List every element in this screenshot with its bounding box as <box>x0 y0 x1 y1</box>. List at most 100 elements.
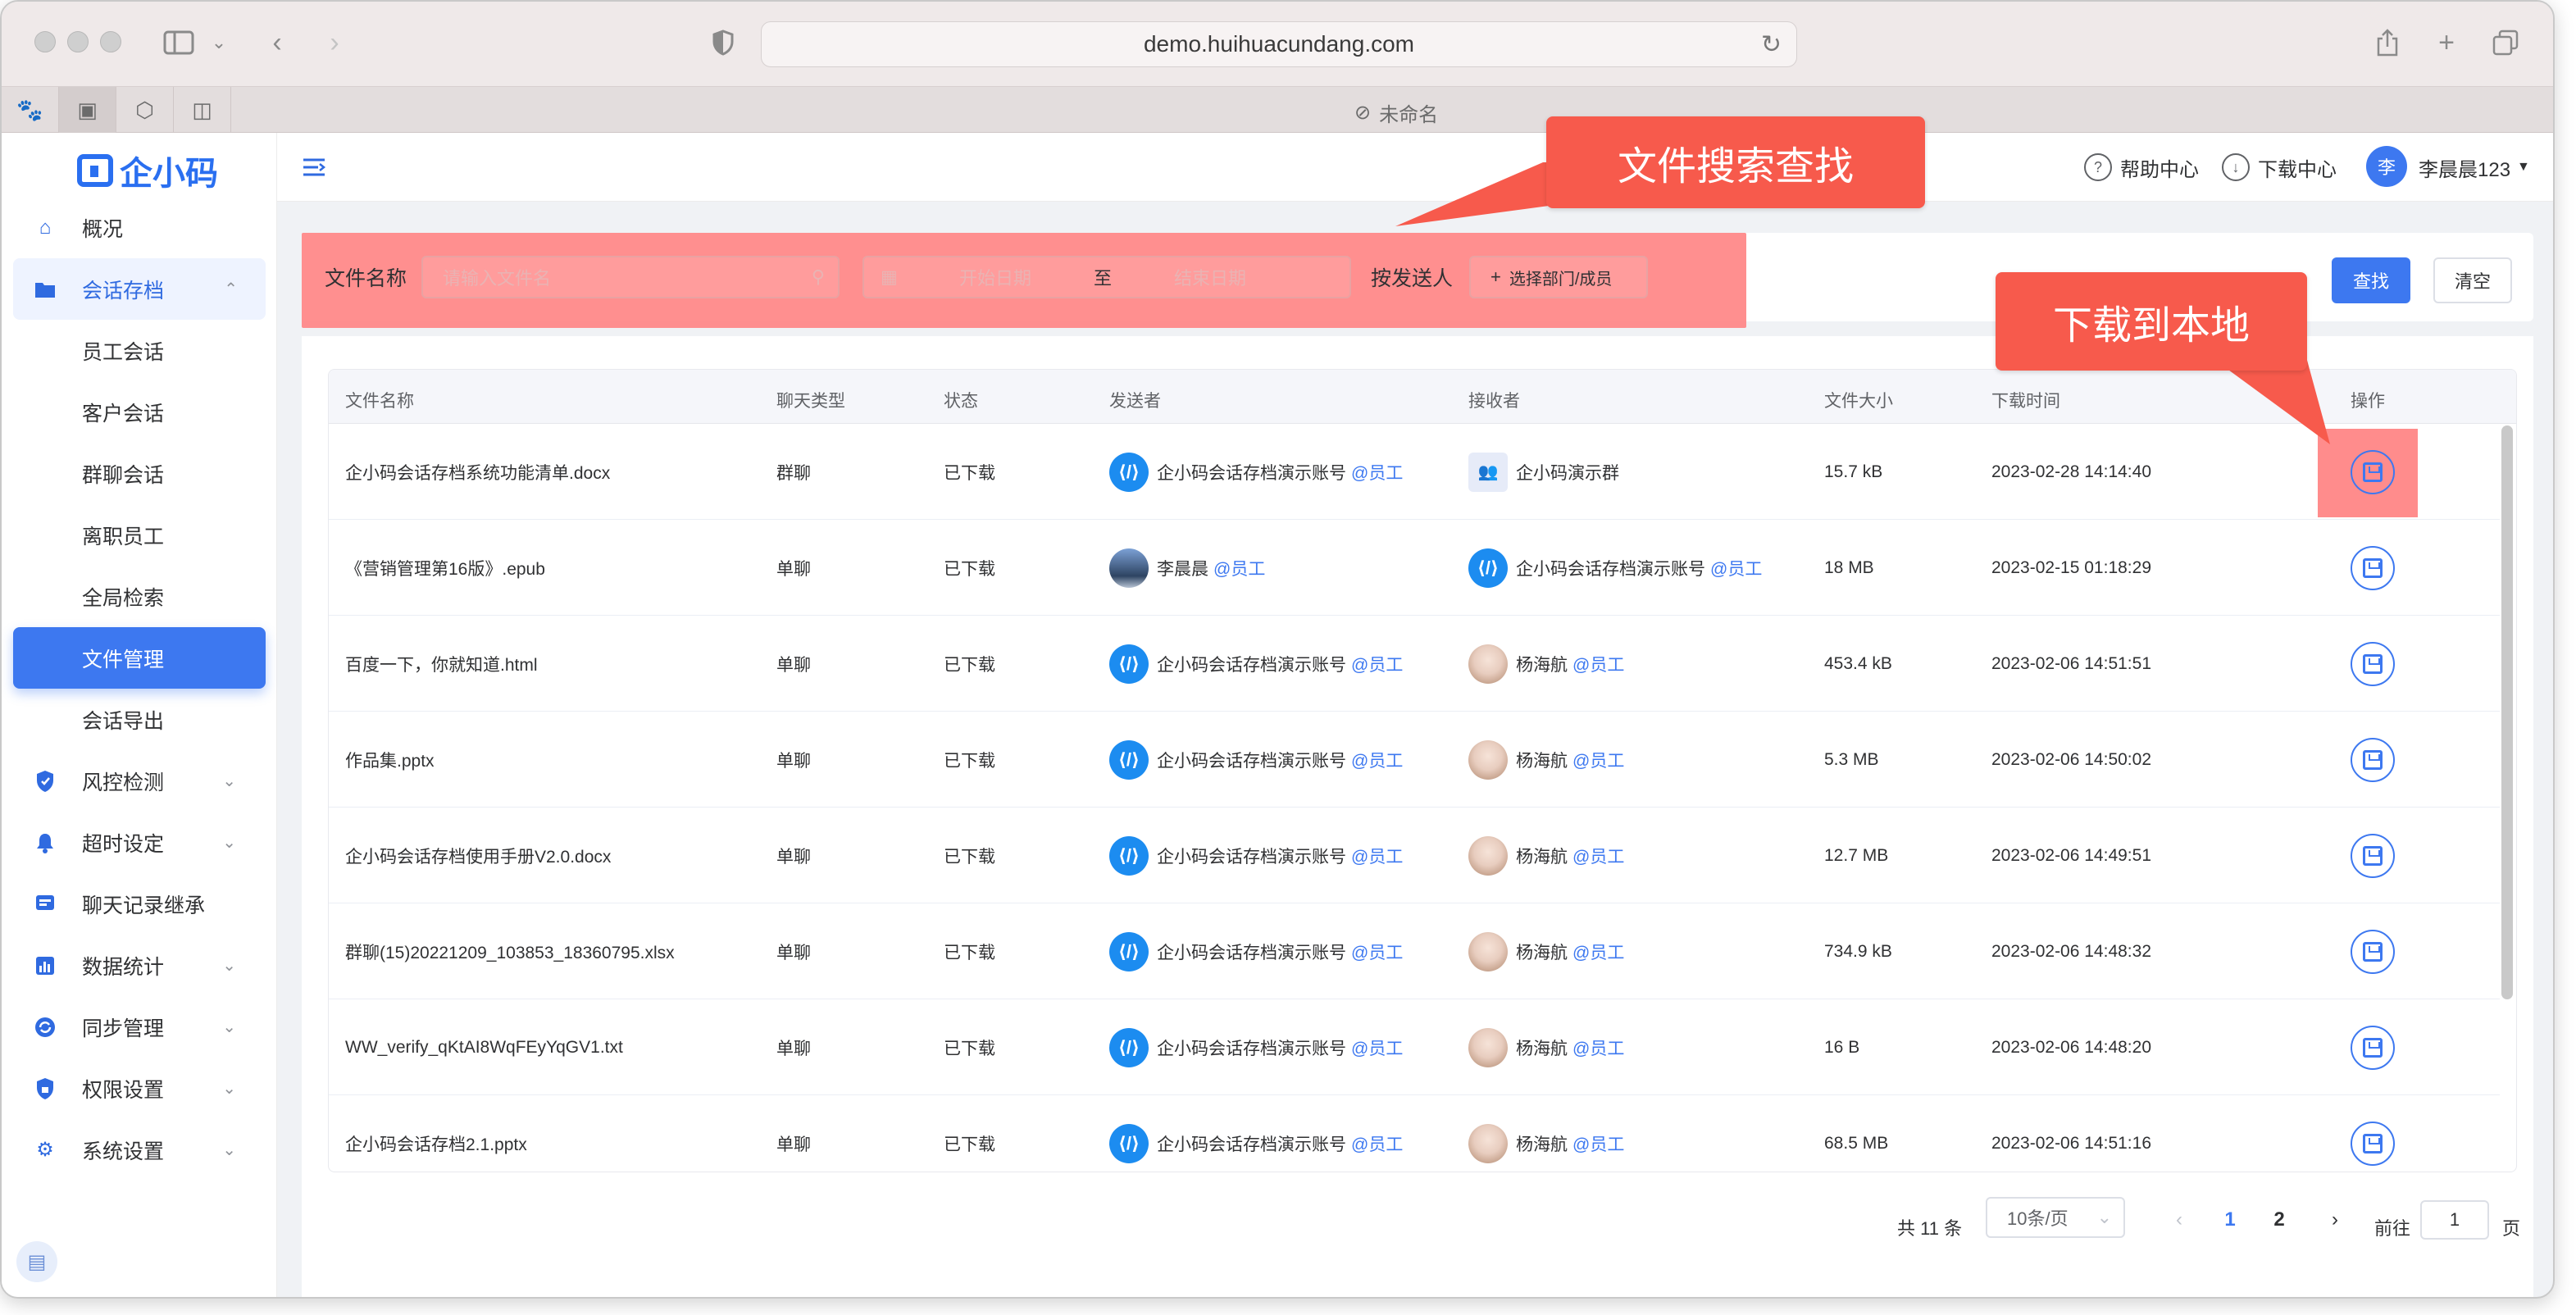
table-row[interactable]: 作品集.pptx 单聊 已下载 ⟨/⟩ 企小码会话存档演示账号 @员工 杨海航 @员工 5.3 … <box>329 712 2500 808</box>
sidebar-item-risk-detection[interactable]: 风控检测 ⌄ <box>2 750 277 812</box>
active-tab[interactable]: ⊘ 未命名 <box>1354 98 1438 127</box>
sidebar-toggle-icon[interactable] <box>161 23 197 62</box>
page-1-button[interactable]: 1 <box>2214 1204 2246 1236</box>
cell-sender: ⟨/⟩ 企小码会话存档演示账号 @员工 <box>1109 1095 1403 1172</box>
table-row[interactable]: WW_verify_qKtAI8WqFEyYqGV1.txt 单聊 已下载 ⟨/⟩ 企小… <box>329 999 2500 1095</box>
pinned-tab-chart-icon[interactable]: ◫ <box>174 87 231 133</box>
reload-icon[interactable]: ↻ <box>1761 30 1782 59</box>
address-bar[interactable]: demo.huihuacundang.com ↻ <box>761 21 1797 67</box>
window-close-button[interactable] <box>34 31 56 52</box>
sidebar-item-global-search[interactable]: 全局检索 <box>2 566 277 627</box>
cell-receiver: 杨海航 @员工 <box>1468 999 1624 1095</box>
download-button[interactable] <box>2351 1026 2395 1070</box>
menu-toggle-icon[interactable] <box>302 152 326 184</box>
sidebar-item-customer-chats[interactable]: 客户会话 <box>2 381 277 443</box>
file-name-input[interactable]: 请输入文件名 ⚲ <box>421 256 840 298</box>
date-range-picker[interactable]: ▦ 开始日期 至 结束日期 <box>862 256 1351 298</box>
document-icon: ▤ <box>27 1250 47 1273</box>
logo[interactable]: 企小码 <box>77 144 218 197</box>
download-button[interactable] <box>2351 546 2395 590</box>
cell-chat-type: 单聊 <box>776 903 811 999</box>
goto-page-input[interactable]: 1 <box>2420 1200 2489 1240</box>
chevron-down-icon: ⌄ <box>222 1018 236 1036</box>
cell-sender-tag: @员工 <box>1351 1039 1404 1058</box>
sidebar-item-departed-employees[interactable]: 离职员工 <box>2 504 277 566</box>
user-avatar[interactable]: 李 <box>2366 146 2407 187</box>
prev-page-button[interactable]: ‹ <box>2163 1204 2196 1236</box>
sidebar-collapse-button[interactable]: ▤ <box>16 1241 57 1282</box>
tab-overview-icon[interactable] <box>2489 23 2522 62</box>
cell-file-size: 18 MB <box>1824 520 1874 616</box>
cell-status-text: 已下载 <box>944 847 995 867</box>
cell-sender-name: 企小码会话存档演示账号 <box>1157 1039 1346 1058</box>
logo-text: 企小码 <box>120 156 218 192</box>
new-tab-icon[interactable]: + <box>2430 23 2463 62</box>
sidebar-item-label: 文件管理 <box>82 648 165 671</box>
cell-download-time: 2023-02-06 14:51:16 <box>1991 1095 2151 1172</box>
download-button[interactable] <box>2351 738 2395 782</box>
cell-download-time-text: 2023-02-06 14:51:51 <box>1991 653 2151 673</box>
download-button[interactable] <box>2351 1122 2395 1166</box>
sidebar-item-sync-management[interactable]: 同步管理 ⌄ <box>2 996 277 1058</box>
sidebar-item-data-stats[interactable]: 数据统计 ⌄ <box>2 935 277 996</box>
page-2-button[interactable]: 2 <box>2263 1204 2296 1236</box>
sidebar-item-overview[interactable]: ⌂ 概况 <box>2 197 277 258</box>
sidebar-item-permissions[interactable]: 权限设置 ⌄ <box>2 1058 277 1119</box>
col-file-size: 文件大小 <box>1824 392 1893 411</box>
sidebar-item-timeout-settings[interactable]: 超时设定 ⌄ <box>2 812 277 873</box>
download-button[interactable] <box>2351 930 2395 974</box>
sidebar-item-label: 全局检索 <box>82 586 165 610</box>
window-minimize-button[interactable] <box>67 31 89 52</box>
share-icon[interactable] <box>2371 23 2404 62</box>
sidebar-item-chat-export[interactable]: 会话导出 <box>2 689 277 750</box>
table-row[interactable]: 群聊(15)20221209_103853_18360795.xlsx 单聊 已下载… <box>329 903 2500 999</box>
shield-icon <box>33 769 57 794</box>
window-zoom-button[interactable] <box>100 31 121 52</box>
cell-sender-tag: @员工 <box>1351 1135 1404 1154</box>
code-avatar-icon: ⟨/⟩ <box>1468 548 1508 588</box>
sidebar-item-system-settings[interactable]: ⚙ 系统设置 ⌄ <box>2 1119 277 1181</box>
cell-file-name-text: 群聊(15)20221209_103853_18360795.xlsx <box>345 943 675 962</box>
table-scrollbar[interactable] <box>2501 425 2513 999</box>
chevron-down-icon: ⌄ <box>222 772 236 790</box>
sidebar-item-group-chats[interactable]: 群聊会话 <box>2 443 277 504</box>
table-row[interactable]: 企小码会话存档2.1.pptx 单聊 已下载 ⟨/⟩ 企小码会话存档演示账号 @员工 杨海航… <box>329 1095 2500 1172</box>
table-row[interactable]: 企小码会话存档使用手册V2.0.docx 单聊 已下载 ⟨/⟩ 企小码会话存档演示账号 @… <box>329 808 2500 903</box>
download-center-link[interactable]: ↓ 下载中心 <box>2222 151 2337 184</box>
table-row[interactable]: 《营销管理第16版》.epub 单聊 已下载 李晨晨 @员工 ⟨/⟩ 企小码会话存档演示账号… <box>329 520 2500 616</box>
sidebar-item-label: 概况 <box>82 217 124 241</box>
cell-chat-type-text: 群聊 <box>776 463 811 483</box>
sidebar-item-chat-inherit[interactable]: 聊天记录继承 <box>2 873 277 935</box>
pinned-tab-app-icon[interactable]: ▣ <box>59 87 116 133</box>
sidebar-item-chat-archive[interactable]: 会话存档 ⌃ <box>13 258 266 320</box>
cell-file-name-text: 百度一下，你就知道.html <box>345 655 538 675</box>
gear-icon: ⚙ <box>36 1139 54 1161</box>
sidebar-item-employee-chats[interactable]: 员工会话 <box>2 320 277 381</box>
cell-receiver: 杨海航 @员工 <box>1468 1095 1624 1172</box>
help-center-link[interactable]: ? 帮助中心 <box>2084 151 2199 184</box>
pinned-tab-paw-icon[interactable]: 🐾 <box>2 87 59 133</box>
chevron-up-icon: ⌃ <box>224 280 238 298</box>
back-icon[interactable]: ‹ <box>261 23 294 62</box>
forward-icon[interactable]: › <box>318 23 351 62</box>
sidebar-item-file-management[interactable]: 文件管理 <box>13 627 266 689</box>
cell-file-name: 作品集.pptx <box>345 712 435 808</box>
select-member-button[interactable]: + 选择部门/成员 <box>1469 256 1648 298</box>
chevron-down-icon[interactable]: ⌄ <box>207 23 231 62</box>
privacy-shield-icon[interactable] <box>707 23 740 62</box>
download-button[interactable] <box>2351 834 2395 878</box>
user-menu[interactable]: 李晨晨123 ▼ <box>2419 151 2530 184</box>
cell-receiver: 杨海航 @员工 <box>1468 903 1624 999</box>
cell-file-size: 68.5 MB <box>1824 1095 1888 1172</box>
clear-button[interactable]: 清空 <box>2433 257 2512 303</box>
next-page-button[interactable]: › <box>2319 1204 2351 1236</box>
page-size-select[interactable]: 10条/页 ⌄ <box>1986 1197 2125 1238</box>
search-button[interactable]: 查找 <box>2332 257 2410 303</box>
download-button[interactable] <box>2351 642 2395 686</box>
cell-receiver-tag: @员工 <box>1572 751 1625 771</box>
pinned-tab-cube-icon[interactable]: ⬡ <box>116 87 174 133</box>
download-button[interactable] <box>2351 450 2395 494</box>
cell-file-size: 734.9 kB <box>1824 903 1892 999</box>
cell-chat-type-text: 单聊 <box>776 655 811 675</box>
table-row[interactable]: 百度一下，你就知道.html 单聊 已下载 ⟨/⟩ 企小码会话存档演示账号 @员工 杨海航 @… <box>329 616 2500 712</box>
